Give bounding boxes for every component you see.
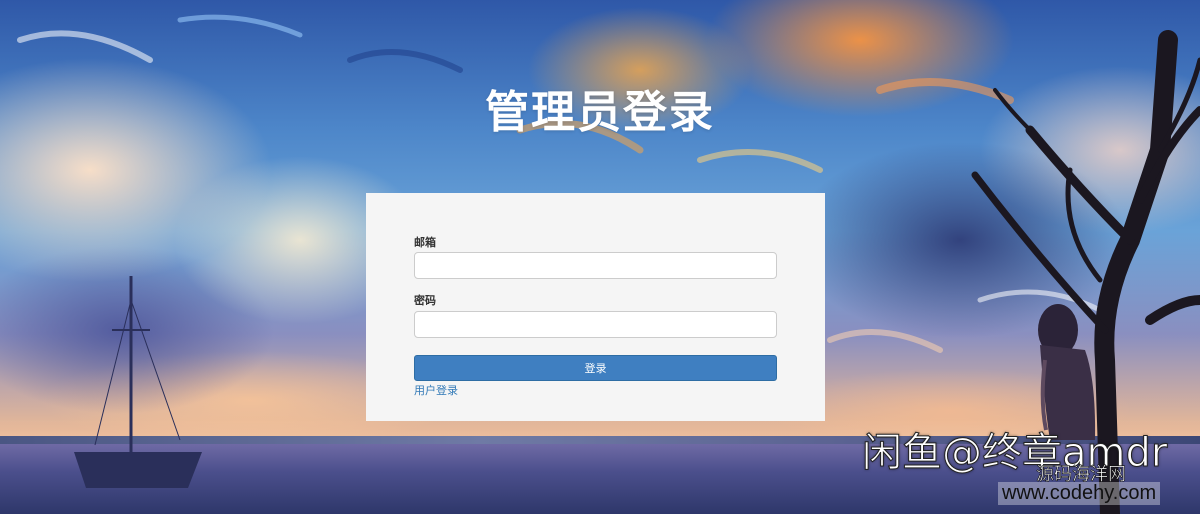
- login-button[interactable]: 登录: [414, 355, 777, 381]
- email-label: 邮箱: [414, 236, 436, 249]
- watermark-url: www.codehy.com: [998, 482, 1161, 505]
- user-login-link[interactable]: 用户登录: [414, 382, 458, 398]
- email-field[interactable]: [414, 252, 777, 279]
- sailboat-silhouette: [74, 276, 202, 488]
- password-label: 密码: [414, 294, 436, 307]
- page-title: 管理员登录: [485, 87, 715, 138]
- password-field[interactable]: [414, 311, 777, 338]
- login-card: 邮箱 密码 登录 用户登录: [366, 193, 825, 421]
